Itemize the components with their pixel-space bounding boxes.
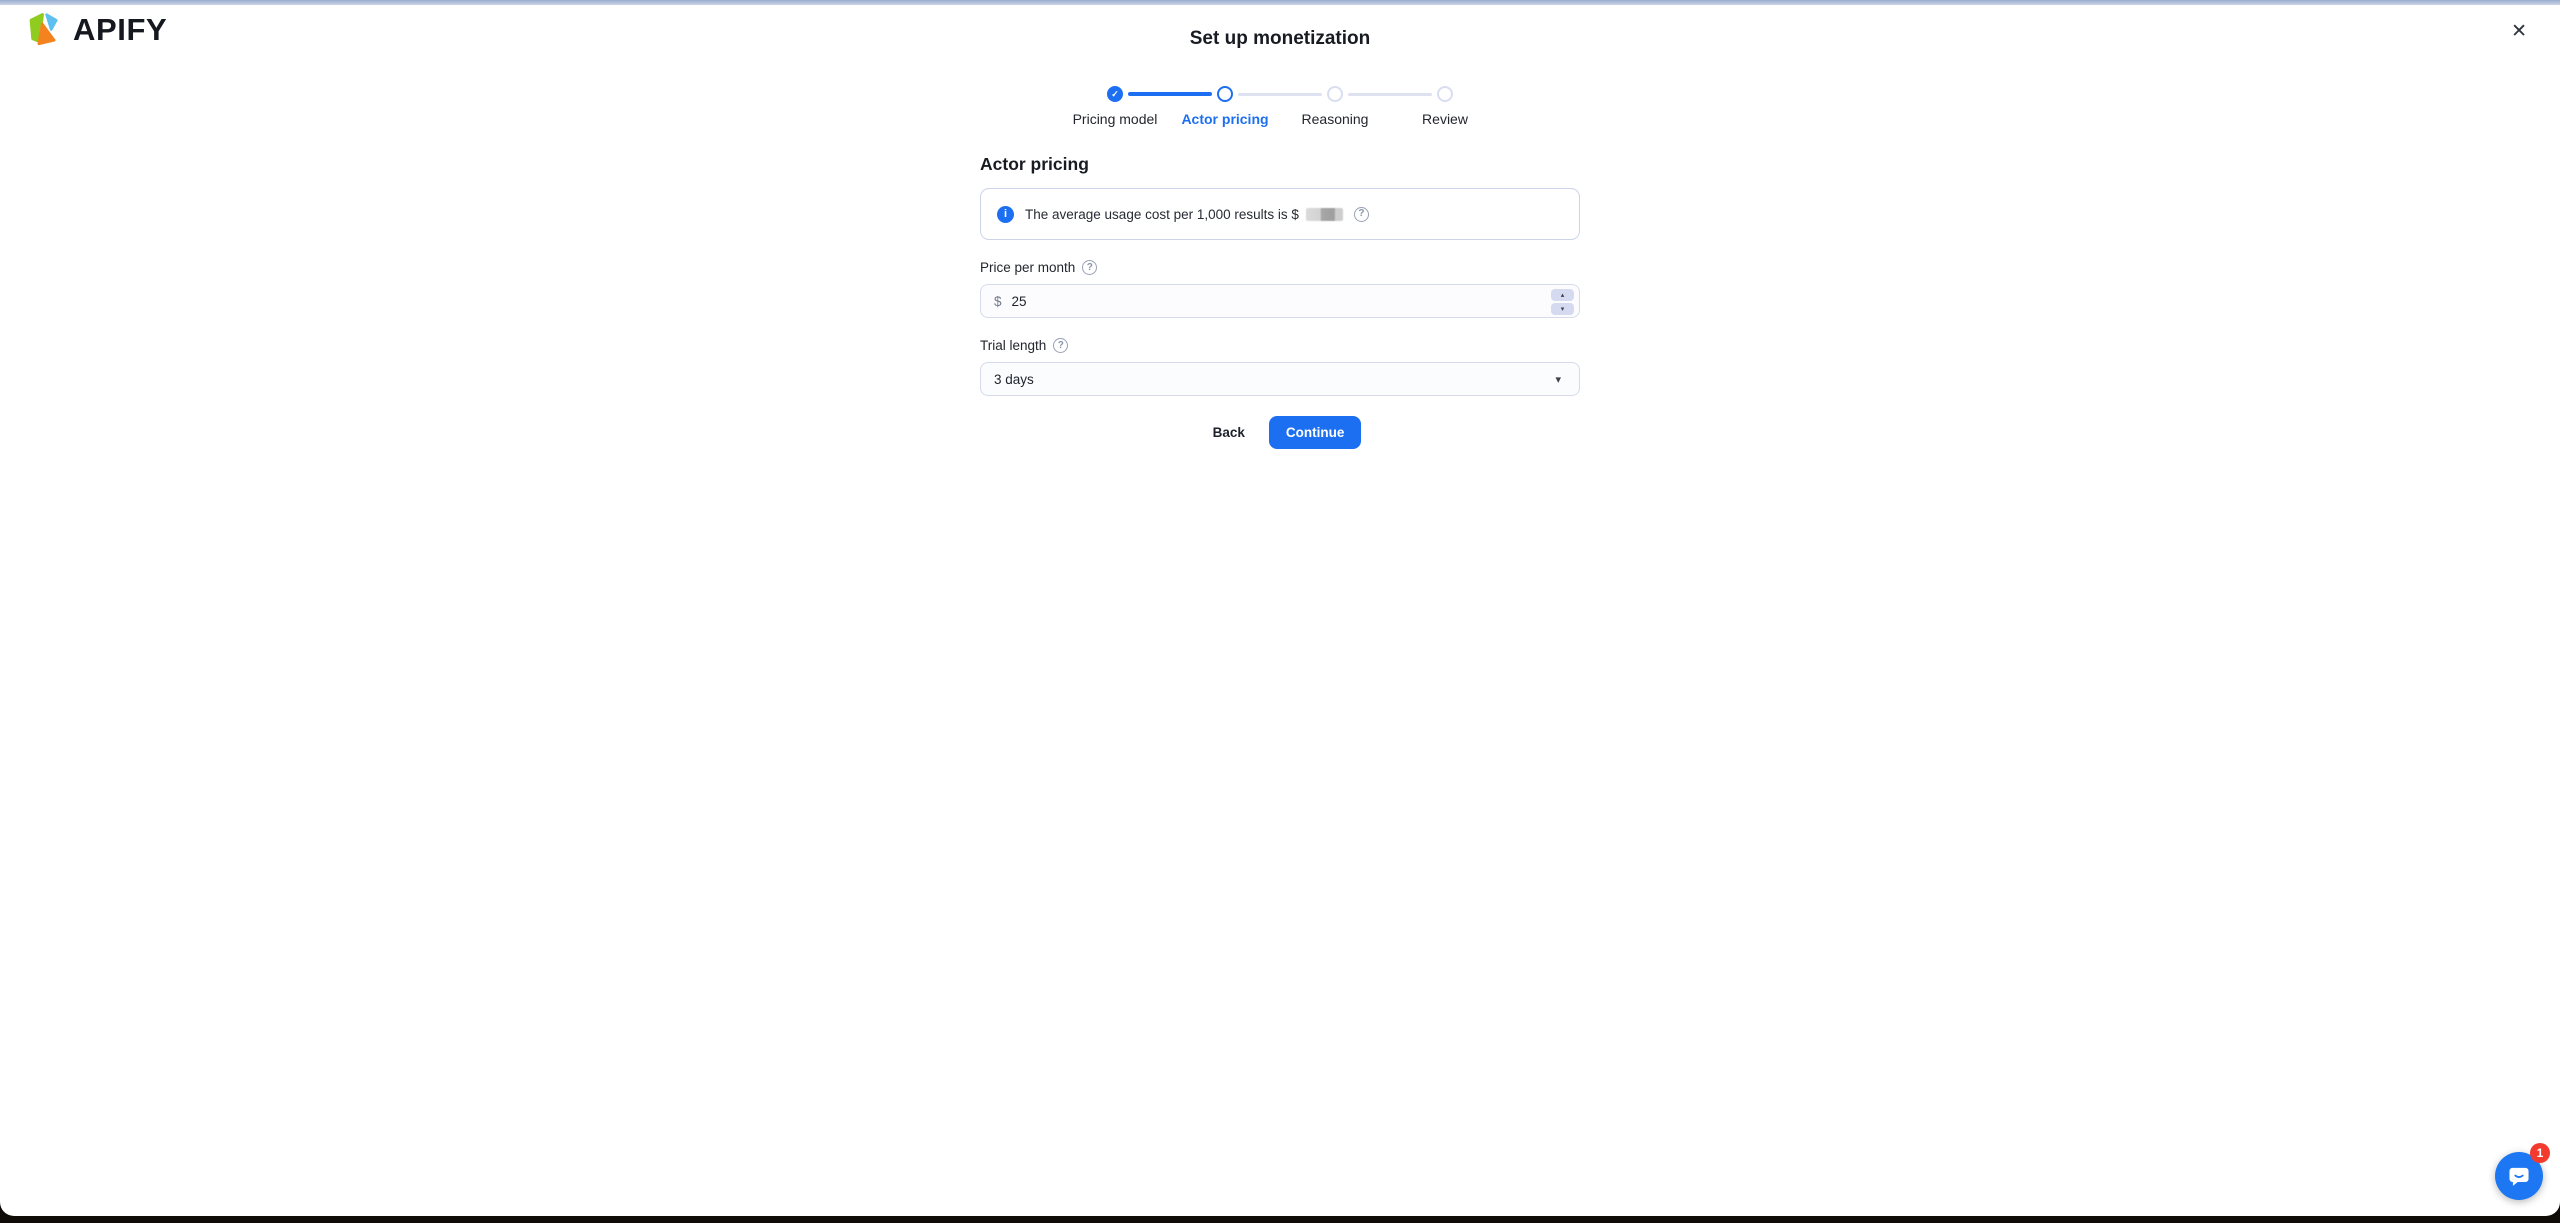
arrow-down-icon: ▾ <box>1560 305 1565 313</box>
chat-launcher[interactable]: 1 <box>2495 1143 2550 1200</box>
messenger-icon <box>2509 1167 2529 1186</box>
check-icon: ✓ <box>1111 88 1119 99</box>
help-icon[interactable]: ? <box>1053 338 1069 353</box>
stepper: ✓ Pricing model Actor pricing Reasoning … <box>1060 86 1500 127</box>
info-banner-text: The average usage cost per 1,000 results… <box>1025 206 1299 222</box>
help-icon[interactable]: ? <box>1353 206 1369 222</box>
step-active-dot <box>1217 86 1233 102</box>
action-row: Back Continue <box>980 416 1580 449</box>
info-icon: i <box>997 205 1014 223</box>
brand-wordmark: APIFY <box>73 11 168 47</box>
modal-title: Set up monetization <box>1189 28 1371 49</box>
increment-button[interactable]: ▴ <box>1551 289 1574 301</box>
masked-value <box>1305 207 1343 221</box>
step-completed-dot: ✓ <box>1107 86 1123 102</box>
trial-length-select[interactable]: 3 days ▾ <box>980 362 1580 396</box>
step-label: Pricing model <box>1072 111 1158 127</box>
chevron-down-icon: ▾ <box>1555 373 1561 386</box>
decrement-button[interactable]: ▾ <box>1551 303 1574 315</box>
step-label: Reasoning <box>1301 111 1369 127</box>
price-per-month-label: Price per month <box>980 260 1076 275</box>
arrow-up-icon: ▴ <box>1560 291 1565 299</box>
select-value: 3 days <box>994 371 1034 387</box>
apify-logo: APIFY <box>25 10 167 49</box>
price-input-wrap: $ ▴ ▾ <box>980 284 1580 318</box>
chat-badge: 1 <box>2530 1143 2550 1163</box>
trial-length-field: Trial length ? 3 days ▾ <box>980 338 1580 396</box>
help-icon[interactable]: ? <box>1082 260 1098 275</box>
step-label: Actor pricing <box>1181 111 1269 127</box>
close-icon: ✕ <box>2511 21 2527 42</box>
step-upcoming-dot <box>1437 86 1453 102</box>
monetization-window: APIFY ✕ Set up monetization ✓ Pricing mo… <box>0 0 2560 1216</box>
modal-content: Set up monetization ✓ Pricing model Acto… <box>980 5 1580 449</box>
step-review[interactable]: Review <box>1348 86 1500 127</box>
continue-button[interactable]: Continue <box>1268 416 1362 449</box>
price-input[interactable] <box>1011 293 1523 309</box>
help-icon-glyph: ? <box>1358 208 1365 219</box>
info-banner: i The average usage cost per 1,000 resul… <box>980 188 1580 240</box>
trial-length-label: Trial length <box>980 338 1047 353</box>
info-icon-glyph: i <box>1003 208 1008 220</box>
section-title: Actor pricing <box>980 154 1089 174</box>
close-button[interactable]: ✕ <box>2509 20 2529 43</box>
apify-logo-icon <box>29 13 58 46</box>
step-label: Review <box>1422 111 1468 127</box>
number-stepper: ▴ ▾ <box>1551 289 1574 315</box>
help-icon-glyph: ? <box>1086 261 1093 273</box>
help-icon-glyph: ? <box>1057 339 1064 351</box>
step-upcoming-dot <box>1327 86 1343 102</box>
currency-prefix: $ <box>994 293 1002 309</box>
price-per-month-field: Price per month ? $ ▴ ▾ <box>980 260 1580 318</box>
back-button[interactable]: Back <box>1199 416 1259 449</box>
